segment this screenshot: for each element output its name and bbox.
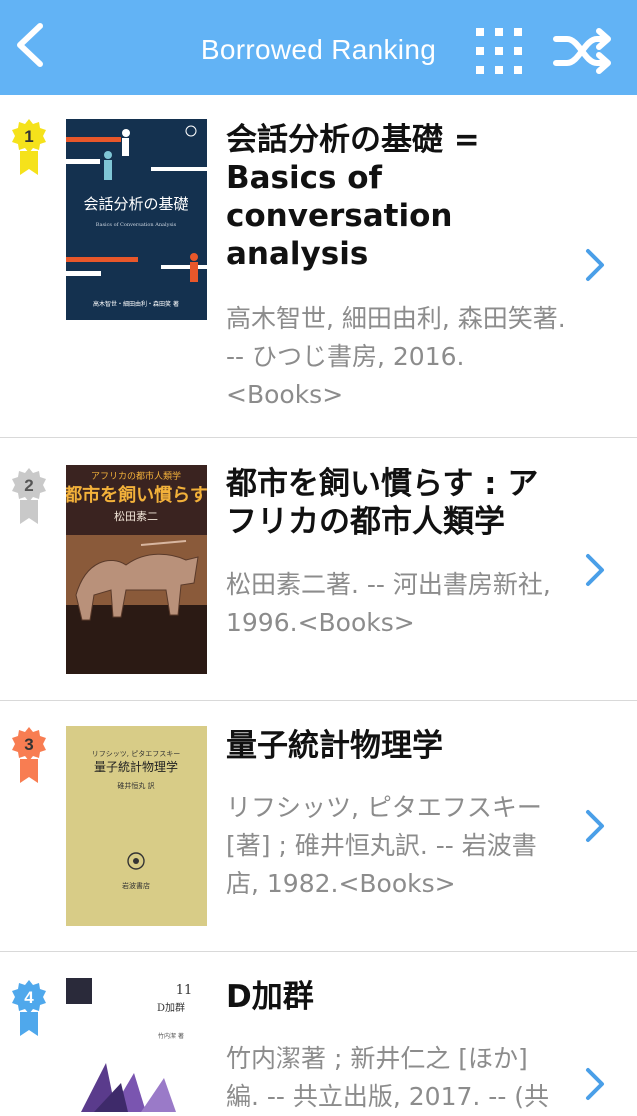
cover-author: 松田素二: [114, 509, 158, 523]
cover-title: 量子統計物理学: [94, 759, 178, 774]
cover-volume: 11: [176, 983, 193, 998]
rank-badge-icon: 2: [12, 468, 46, 524]
cover-series: アフリカの都市人類学: [91, 470, 181, 482]
page-title: Borrowed Ranking: [200, 34, 437, 65]
app-header: Borrowed Ranking: [0, 0, 637, 95]
cover-translator: 碓井恒丸 訳: [117, 781, 154, 790]
shuffle-icon[interactable]: [553, 26, 615, 76]
book-meta: 竹内潔著 ; 新井仁之 [ほか] 編. -- 共立出版, 2017. -- (共: [226, 1044, 550, 1111]
cover-publisher: 岩波書店: [122, 881, 150, 890]
rank-badge-icon: 4: [12, 980, 46, 1036]
cover-authors: 高木智世・細田由利・森田笑 著: [93, 300, 179, 308]
book-title[interactable]: 量子統計物理学: [226, 727, 566, 765]
book-cover[interactable]: リフシッツ, ピタエフスキー 量子統計物理学 碓井恒丸 訳 岩波書店: [66, 726, 207, 926]
book-cover[interactable]: 会話分析の基礎 Basics of Conversation Analysis …: [66, 119, 207, 320]
list-item[interactable]: 1 会話分析の基礎 Basics of Conversation Analysi…: [0, 95, 637, 438]
book-title[interactable]: 会話分析の基礎 = Basics of conversation analysi…: [226, 121, 566, 273]
ranking-list: 1 会話分析の基礎 Basics of Conversation Analysi…: [0, 95, 637, 1112]
rank-badge-icon: 1: [12, 119, 46, 175]
chevron-right-icon[interactable]: [582, 806, 608, 846]
cover-subtitle: Basics of Conversation Analysis: [96, 222, 177, 228]
book-title[interactable]: 都市を飼い慣らす : アフリカの都市人類学: [226, 465, 566, 541]
book-meta: リフシッツ, ピタエフスキー [著] ; 碓井恒丸訳. -- 岩波書店, 198…: [226, 793, 542, 898]
rank-number: 3: [24, 735, 33, 754]
cover-authors: リフシッツ, ピタエフスキー: [92, 749, 180, 758]
book-meta: 高木智世, 細田由利, 森田笑著. -- ひつじ書房, 2016.<Books>: [226, 304, 566, 409]
cover-title: 会話分析の基礎: [83, 195, 188, 213]
rank-badge-icon: 3: [12, 727, 46, 783]
cover-author: 竹内潔 著: [158, 1032, 184, 1040]
list-item[interactable]: 4 11 D加群 竹内潔 著 D加群 竹内潔著 ; 新井仁之 [ほか] 編. -…: [0, 952, 637, 1112]
chevron-right-icon[interactable]: [582, 1064, 608, 1104]
book-cover[interactable]: 11 D加群 竹内潔 著: [66, 978, 207, 1112]
list-item[interactable]: 3 リフシッツ, ピタエフスキー 量子統計物理学 碓井恒丸 訳 岩波書店 量子統…: [0, 701, 637, 952]
rank-number: 2: [24, 476, 33, 495]
rank-number: 4: [24, 988, 34, 1007]
list-item[interactable]: 2 アフリカの都市人類学 都市を飼い慣らす 松田素二 都市を飼い慣らす : アフ…: [0, 438, 637, 701]
chevron-right-icon[interactable]: [582, 245, 608, 285]
rank-number: 1: [24, 127, 33, 146]
chevron-right-icon[interactable]: [582, 550, 608, 590]
book-meta: 松田素二著. -- 河出書房新社, 1996.<Books>: [226, 570, 551, 637]
grid-icon[interactable]: [476, 28, 522, 74]
book-title[interactable]: D加群: [226, 978, 566, 1016]
cover-title: 都市を飼い慣らす: [66, 484, 207, 506]
cover-title: D加群: [157, 1001, 185, 1014]
book-cover[interactable]: アフリカの都市人類学 都市を飼い慣らす 松田素二: [66, 465, 207, 674]
